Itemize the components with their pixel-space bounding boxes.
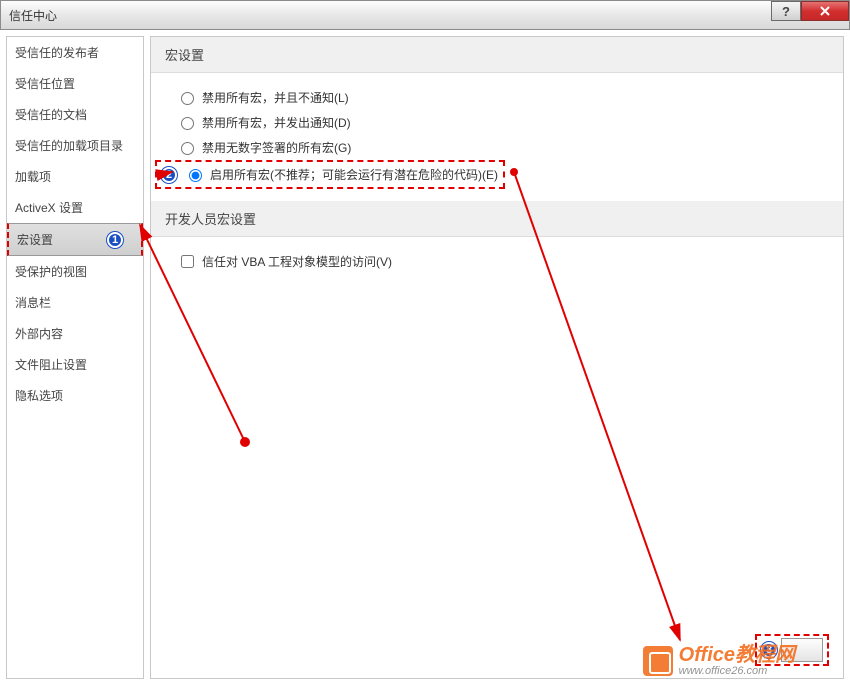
section-dev-macro-header: 开发人员宏设置 [151,201,843,237]
annotation-badge-1: 1 [107,232,123,248]
sidebar-item-privacy-options[interactable]: 隐私选项 [7,380,143,411]
section-dev-macro-body: 信任对 VBA 工程对象模型的访问(V) [151,237,843,286]
radio-enable-all[interactable] [189,169,202,182]
radio-disable-notify[interactable]: 禁用所有宏，并发出通知(D) [181,110,813,135]
checkbox-trust-vba[interactable]: 信任对 VBA 工程对象模型的访问(V) [181,249,813,274]
watermark-url: www.office26.com [679,665,795,677]
sidebar-item-trusted-locations[interactable]: 受信任位置 [7,68,143,99]
close-icon [819,5,831,17]
sidebar-item-addins[interactable]: 加载项 [7,161,143,192]
section-macro-settings-header: 宏设置 [151,37,843,73]
content-area: 受信任的发布者 受信任位置 受信任的文档 受信任的加载项目录 加载项 Activ… [0,30,850,685]
radio-enable-all-label: 启用所有宏(不推荐；可能会运行有潜在危险的代码)(E) [210,166,498,183]
sidebar-item-trusted-documents[interactable]: 受信任的文档 [7,99,143,130]
titlebar: 信任中心 ? [0,0,850,30]
radio-input[interactable] [181,117,194,130]
sidebar-item-trusted-addin-catalog[interactable]: 受信任的加载项目录 [7,130,143,161]
window-title: 信任中心 [9,7,57,24]
radio-input[interactable] [181,142,194,155]
sidebar-item-trusted-publishers[interactable]: 受信任的发布者 [7,37,143,68]
radio-enable-all-highlight: 2 启用所有宏(不推荐；可能会运行有潜在危险的代码)(E) [155,160,505,189]
radio-disable-no-notify[interactable]: 禁用所有宏，并且不通知(L) [181,85,813,110]
sidebar-item-file-block[interactable]: 文件阻止设置 [7,349,143,380]
help-button[interactable]: ? [771,1,801,21]
main-panel: 宏设置 禁用所有宏，并且不通知(L) 禁用所有宏，并发出通知(D) 禁用无数字签… [150,36,844,679]
sidebar: 受信任的发布者 受信任位置 受信任的文档 受信任的加载项目录 加载项 Activ… [6,36,144,679]
sidebar-item-protected-view[interactable]: 受保护的视图 [7,256,143,287]
sidebar-item-external-content[interactable]: 外部内容 [7,318,143,349]
annotation-badge-2: 2 [161,167,177,183]
checkbox-input[interactable] [181,255,194,268]
watermark: Office教程网 www.office26.com [643,645,795,677]
sidebar-item-message-bar[interactable]: 消息栏 [7,287,143,318]
watermark-icon [643,646,673,676]
watermark-title: Office教程网 [679,645,795,665]
radio-disable-unsigned[interactable]: 禁用无数字签署的所有宏(G) [181,135,813,160]
sidebar-item-activex-settings[interactable]: ActiveX 设置 [7,192,143,223]
sidebar-item-macro-settings[interactable]: 宏设置 1 [7,223,143,256]
close-button[interactable] [801,1,849,21]
radio-input[interactable] [181,92,194,105]
window-buttons: ? [771,1,849,21]
section-macro-settings-body: 禁用所有宏，并且不通知(L) 禁用所有宏，并发出通知(D) 禁用无数字签署的所有… [151,73,843,201]
